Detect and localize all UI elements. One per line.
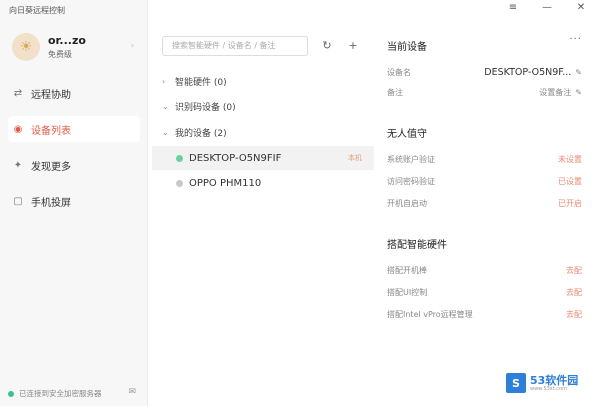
device-name: DESKTOP-O5N9FIF [189,152,282,164]
device-name-value: DESKTOP-O5N9F... [484,66,572,78]
row-value[interactable]: 设置备注 ✎ [539,87,582,98]
chevron-down-icon: ⌄ [162,128,169,137]
group-label: 我的设备 (2) [175,129,227,139]
minimize-icon[interactable]: — [536,2,558,18]
nav-item-device-list[interactable]: ◉ 设备列表 [8,116,140,142]
chevron-down-icon: ⌄ [162,102,169,111]
row-label: 系统账户验证 [387,154,435,164]
add-icon[interactable]: + [344,37,362,55]
row-value[interactable]: 已开启 [558,198,582,209]
more-options-icon[interactable]: ··· [569,34,582,45]
setting-row[interactable]: 开机自启动 已开启 [387,196,582,210]
note-value: 设置备注 [539,87,572,97]
search-input[interactable]: 搜索智能硬件 / 设备名 / 备注 [162,36,308,56]
nav-item-phone-cast[interactable]: ▢ 手机投屏 [8,188,140,214]
group-my-devices[interactable]: ⌄ 我的设备 (2) [162,126,227,139]
phone-cast-icon: ▢ [13,195,23,207]
detail-panel: ≡ — ✕ 当前设备 ··· 设备名 DESKTOP-O5N9F... ✎ 备注… [374,0,596,406]
device-note-row: 备注 设置备注 ✎ [387,85,582,99]
group-label: 识别码设备 (0) [175,103,236,113]
device-row[interactable]: OPPO PHM110 [152,171,374,195]
status-text: 已连接到安全加密服务器 [19,389,102,398]
edit-icon[interactable]: ✎ [575,68,582,77]
hardware-row[interactable]: 搭配UI控制 去配 [387,285,582,299]
group-label: 智能硬件 (0) [175,78,227,88]
hardware-row[interactable]: 搭配Intel vPro远程管理 去配 [387,307,582,321]
menu-icon[interactable]: ≡ [502,2,524,18]
device-row[interactable]: DESKTOP-O5N9FIF 本机 [152,146,374,170]
message-icon[interactable]: ✉ [128,387,136,397]
device-name: OPPO PHM110 [189,177,262,189]
section-title-unattended: 无人值守 [387,129,427,140]
avatar[interactable]: ☀ [12,33,40,61]
row-label: 搭配开机棒 [387,265,427,275]
nav: ⇄ 远程协助 ◉ 设备列表 ✦ 发现更多 ▢ 手机投屏 [0,80,148,224]
user-card[interactable]: ☀ or...zo 免费级 › [12,30,140,64]
hardware-row[interactable]: 搭配开机棒 去配 [387,263,582,277]
watermark: S 53软件园 www.53xt.com [506,372,584,394]
nav-item-discover[interactable]: ✦ 发现更多 [8,152,140,178]
chevron-right-icon[interactable]: › [131,41,134,50]
row-label: 设备名 [387,67,411,77]
nav-label: 手机投屏 [31,197,71,209]
discover-icon: ✦ [13,159,23,171]
row-value[interactable]: 去配 [566,287,582,298]
row-value: DESKTOP-O5N9F... ✎ [484,67,582,78]
online-dot-icon [176,154,183,162]
nav-item-remote-assist[interactable]: ⇄ 远程协助 [8,80,140,106]
setting-row[interactable]: 访问密码验证 已设置 [387,174,582,188]
user-tier: 免费级 [48,50,72,59]
device-name-row: 设备名 DESKTOP-O5N9F... ✎ [387,65,582,79]
offline-dot-icon [176,179,183,187]
row-label: 搭配UI控制 [387,287,428,297]
setting-row[interactable]: 系统账户验证 未设置 [387,152,582,166]
row-value[interactable]: 已设置 [558,176,582,187]
watermark-brand: 53软件园 [530,373,579,387]
group-identified-devices[interactable]: ⌄ 识别码设备 (0) [162,100,236,113]
watermark-logo-icon: S [506,373,526,393]
sidebar: 向日葵远程控制 ☀ or...zo 免费级 › ⇄ 远程协助 ◉ 设备列表 ✦ … [0,0,148,406]
row-label: 开机自启动 [387,198,427,208]
chevron-right-icon: › [162,77,166,86]
row-value[interactable]: 去配 [566,265,582,276]
close-icon[interactable]: ✕ [570,2,592,18]
edit-icon[interactable]: ✎ [575,88,582,97]
nav-label: 发现更多 [31,161,71,173]
row-label: 备注 [387,87,403,97]
device-tag: 本机 [348,154,362,162]
row-value[interactable]: 未设置 [558,154,582,165]
refresh-icon[interactable]: ↻ [318,37,336,55]
user-name: or...zo [48,34,86,47]
row-label: 搭配Intel vPro远程管理 [387,309,473,319]
nav-label: 远程协助 [31,89,71,101]
device-list-icon: ◉ [13,123,23,135]
connection-status: 已连接到安全加密服务器 ✉ [8,387,136,399]
row-label: 访问密码验证 [387,176,435,186]
app-title: 向日葵远程控制 [9,6,65,15]
remote-assist-icon: ⇄ [13,87,23,99]
row-value[interactable]: 去配 [566,309,582,320]
device-panel: 搜索智能硬件 / 设备名 / 备注 ↻ + › 智能硬件 (0) ⌄ 识别码设备… [148,0,374,406]
nav-label: 设备列表 [31,125,71,137]
status-dot-icon [8,390,14,397]
section-title-smart-hardware: 搭配智能硬件 [387,240,447,251]
group-smart-hardware[interactable]: › 智能硬件 (0) [162,75,227,88]
section-title-current-device: 当前设备 [387,42,427,53]
